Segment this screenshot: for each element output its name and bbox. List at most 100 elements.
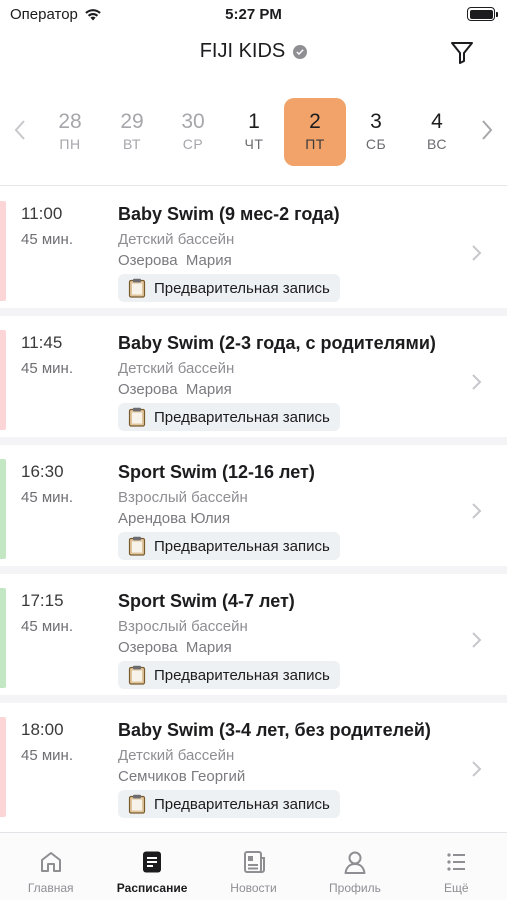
lesson-card[interactable]: 16:30 45 мин. Sport Swim (12-16 лет) Взр… [0, 445, 507, 563]
booking-badge: Предварительная запись [118, 661, 340, 689]
day-number: 1 [248, 110, 260, 133]
lesson-coach: Арендова Юлия [118, 510, 231, 527]
lesson-time: 11:00 [21, 204, 63, 223]
lesson-card[interactable]: 17:15 45 мин. Sport Swim (4-7 лет) Взрос… [0, 574, 507, 692]
lesson-card[interactable]: 18:00 45 мин. Baby Swim (3-4 лет, без ро… [0, 703, 507, 821]
day-of-week: СР [182, 136, 204, 152]
accent-bar [0, 330, 6, 430]
badge-label: Предварительная запись [154, 279, 330, 297]
verified-icon [293, 44, 308, 59]
battery-icon [467, 7, 498, 21]
day-2-selected[interactable]: 2 ПТ [284, 98, 346, 166]
lesson-duration: 45 мин. [21, 747, 73, 764]
tab-profile[interactable]: Профиль [304, 833, 405, 900]
tab-label: Расписание [116, 881, 188, 895]
club-selector[interactable]: FIJI KIDS [0, 40, 507, 63]
header: FIJI KIDS [0, 30, 507, 76]
badge-label: Предварительная запись [154, 537, 330, 555]
day-of-week: ПТ [305, 136, 325, 152]
tab-label: Новости [230, 881, 277, 895]
clipboard-icon [128, 278, 146, 298]
date-strip: 28 ПН 29 ВТ 30 СР 1 ЧТ 2 ПТ 3 СБ 4 ВС [0, 96, 507, 168]
chevron-right-icon [472, 503, 482, 519]
tab-news[interactable]: Новости [203, 833, 304, 900]
profile-icon [344, 851, 366, 874]
home-icon [40, 852, 61, 872]
day-number: 3 [370, 110, 382, 133]
wifi-icon [85, 8, 101, 20]
lesson-title: Baby Swim (2-3 года, с родителями) [118, 333, 436, 353]
day-of-week: ВС [427, 136, 447, 152]
lesson-title: Baby Swim (3-4 лет, без родителей) [118, 720, 431, 740]
lesson-coach: Озерова Мария [118, 252, 232, 269]
day-3[interactable]: 3 СБ [345, 98, 407, 166]
accent-bar [0, 459, 6, 559]
lesson-title: Baby Swim (9 мес-2 года) [118, 204, 340, 224]
next-week-button[interactable] [479, 118, 495, 142]
booking-badge: Предварительная запись [118, 403, 340, 431]
lesson-coach: Озерова Мария [118, 381, 232, 398]
lesson-time: 11:45 [21, 333, 63, 352]
divider [0, 185, 507, 186]
day-29[interactable]: 29 ВТ [101, 98, 163, 166]
lesson-title: Sport Swim (12-16 лет) [118, 462, 315, 482]
lesson-card[interactable]: 11:00 45 мин. Baby Swim (9 мес-2 года) Д… [0, 187, 507, 305]
tab-home[interactable]: Главная [0, 833, 101, 900]
clipboard-icon [128, 407, 146, 427]
day-number: 2 [309, 110, 321, 133]
accent-bar [0, 201, 6, 301]
day-of-week: ЧТ [244, 136, 264, 152]
day-number: 28 [58, 110, 82, 133]
clipboard-icon [128, 536, 146, 556]
lesson-place: Взрослый бассейн [118, 489, 248, 506]
day-number: 29 [120, 110, 144, 133]
clipboard-icon [128, 794, 146, 814]
lesson-duration: 45 мин. [21, 618, 73, 635]
day-number: 4 [431, 110, 443, 133]
status-left: Оператор [10, 6, 102, 23]
booking-badge: Предварительная запись [118, 790, 340, 818]
lesson-place: Детский бассейн [118, 231, 235, 248]
day-of-week: ПН [59, 136, 81, 152]
day-30[interactable]: 30 СР [162, 98, 224, 166]
lesson-coach: Озерова Мария [118, 639, 232, 656]
accent-bar [0, 717, 6, 817]
chevron-left-icon [14, 120, 25, 140]
prev-week-button[interactable] [12, 118, 28, 142]
day-of-week: СБ [365, 136, 387, 152]
tab-schedule[interactable]: Расписание [101, 833, 202, 900]
lesson-place: Взрослый бассейн [118, 618, 248, 635]
news-icon [243, 851, 265, 873]
tab-bar: Главная Расписание Новости Профиль Ещё [0, 832, 507, 900]
page-title: FIJI KIDS [199, 40, 286, 62]
carrier-label: Оператор [10, 5, 78, 23]
lesson-duration: 45 мин. [21, 489, 73, 506]
filter-button[interactable] [449, 38, 475, 66]
day-1[interactable]: 1 ЧТ [223, 98, 285, 166]
day-4[interactable]: 4 ВС [406, 98, 468, 166]
lesson-coach: Семчиков Георгий [118, 768, 246, 785]
tab-label: Профиль [329, 881, 381, 895]
accent-bar [0, 588, 6, 688]
tab-more[interactable]: Ещё [406, 833, 507, 900]
booking-badge: Предварительная запись [118, 274, 340, 302]
chevron-right-icon [472, 761, 482, 777]
lesson-time: 18:00 [21, 720, 64, 739]
badge-label: Предварительная запись [154, 795, 330, 813]
day-28[interactable]: 28 ПН [39, 98, 101, 166]
day-number: 30 [181, 110, 205, 133]
lesson-duration: 45 мин. [21, 360, 73, 377]
status-bar: Оператор 5:27 PM [0, 0, 507, 28]
more-icon [447, 853, 466, 871]
badge-label: Предварительная запись [154, 408, 330, 426]
tab-label: Главная [27, 881, 74, 895]
lesson-duration: 45 мин. [21, 231, 73, 248]
booking-badge: Предварительная запись [118, 532, 340, 560]
lesson-place: Детский бассейн [118, 747, 235, 764]
chevron-right-icon [482, 120, 493, 140]
tab-label: Ещё [444, 881, 469, 895]
lesson-place: Детский бассейн [118, 360, 235, 377]
lesson-card[interactable]: 11:45 45 мин. Baby Swim (2-3 года, с род… [0, 316, 507, 434]
lesson-time: 16:30 [21, 462, 64, 481]
chevron-right-icon [472, 245, 482, 261]
